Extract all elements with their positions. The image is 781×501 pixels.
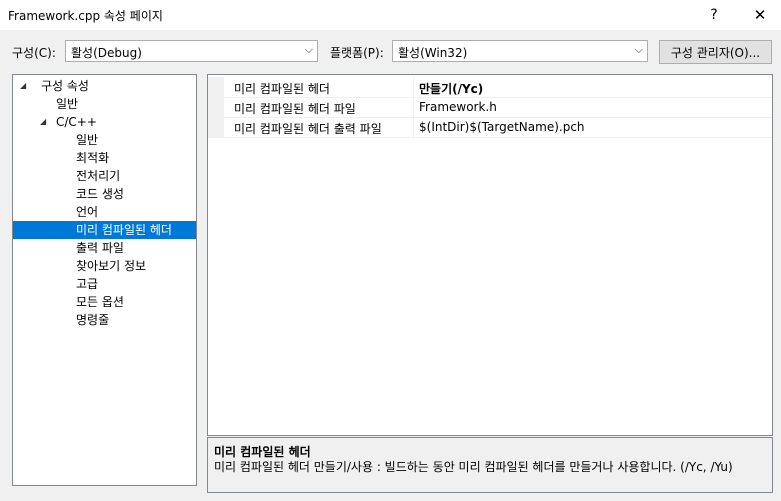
platform-dropdown[interactable]: 활성(Win32) ⌵ (392, 40, 648, 62)
config-label: 구성(C): (12, 46, 56, 60)
title-bar: Framework.cpp 속성 페이지 ? ✕ (0, 0, 781, 30)
property-row[interactable]: 미리 컴파일된 헤더 파일 Framework.h (208, 97, 772, 118)
property-row[interactable]: 미리 컴파일된 헤더 출력 파일 $(IntDir)$(TargetName).… (208, 117, 772, 138)
expand-arrow-icon[interactable]: ◢ (20, 81, 26, 90)
tree-item-code-generation[interactable]: 코드 생성 (73, 185, 127, 203)
tree-item-all-options[interactable]: 모든 옵션 (73, 293, 127, 311)
description-text: 미리 컴파일된 헤더 만들기/사용 : 빌드하는 동안 미리 컴파일된 헤더를 … (214, 460, 733, 474)
property-tree[interactable]: ◢ 구성 속성 일반 ◢ C/C++ 일반 최적화 전처리기 코드 생성 언어 … (12, 74, 197, 486)
property-value[interactable]: $(IntDir)$(TargetName).pch (419, 120, 585, 134)
tree-item-precompiled-headers[interactable]: 미리 컴파일된 헤더 (13, 221, 196, 239)
tree-item-configuration-properties[interactable]: 구성 속성 (38, 77, 92, 95)
platform-label: 플랫폼(P): (330, 46, 384, 60)
property-value[interactable]: 만들기(/Yc) (419, 80, 483, 97)
tree-item-language[interactable]: 언어 (73, 203, 101, 221)
property-value[interactable]: Framework.h (419, 100, 497, 114)
tree-item-browse-information[interactable]: 찾아보기 정보 (73, 257, 149, 275)
config-value: 활성(Debug) (71, 46, 142, 60)
help-icon: ? (710, 7, 718, 23)
property-grid: 미리 컴파일된 헤더 만들기(/Yc) 미리 컴파일된 헤더 파일 Framew… (207, 74, 773, 436)
property-row[interactable]: 미리 컴파일된 헤더 만들기(/Yc) (208, 77, 772, 98)
description-panel: 미리 컴파일된 헤더 미리 컴파일된 헤더 만들기/사용 : 빌드하는 동안 미… (207, 437, 773, 493)
chevron-down-icon: ⌵ (634, 43, 643, 56)
tree-item-preprocessor[interactable]: 전처리기 (73, 167, 123, 185)
chevron-down-icon: ⌵ (304, 43, 313, 56)
close-button[interactable]: ✕ (740, 0, 780, 30)
configuration-manager-button[interactable]: 구성 관리자(O)... (659, 40, 772, 64)
expand-arrow-icon[interactable]: ◢ (40, 117, 46, 126)
tree-item-output-files[interactable]: 출력 파일 (73, 239, 127, 257)
platform-value: 활성(Win32) (398, 46, 468, 60)
description-title: 미리 컴파일된 헤더 (214, 445, 311, 459)
config-dropdown[interactable]: 활성(Debug) ⌵ (65, 40, 318, 62)
help-button[interactable]: ? (694, 0, 734, 30)
close-icon: ✕ (753, 6, 767, 24)
property-name: 미리 컴파일된 헤더 파일 (234, 102, 356, 116)
tree-item-advanced[interactable]: 고급 (73, 275, 101, 293)
tree-item-general[interactable]: 일반 (53, 95, 81, 113)
tree-item-optimization[interactable]: 최적화 (73, 149, 112, 167)
configuration-manager-label: 구성 관리자(O)... (670, 45, 761, 60)
tree-item-command-line[interactable]: 명령줄 (73, 311, 112, 329)
property-name: 미리 컴파일된 헤더 (234, 82, 330, 96)
window-title: Framework.cpp 속성 페이지 (8, 9, 163, 23)
tree-item-cpp-general[interactable]: 일반 (73, 131, 101, 149)
property-name: 미리 컴파일된 헤더 출력 파일 (234, 122, 382, 136)
tree-item-c-cpp[interactable]: C/C++ (53, 113, 100, 131)
